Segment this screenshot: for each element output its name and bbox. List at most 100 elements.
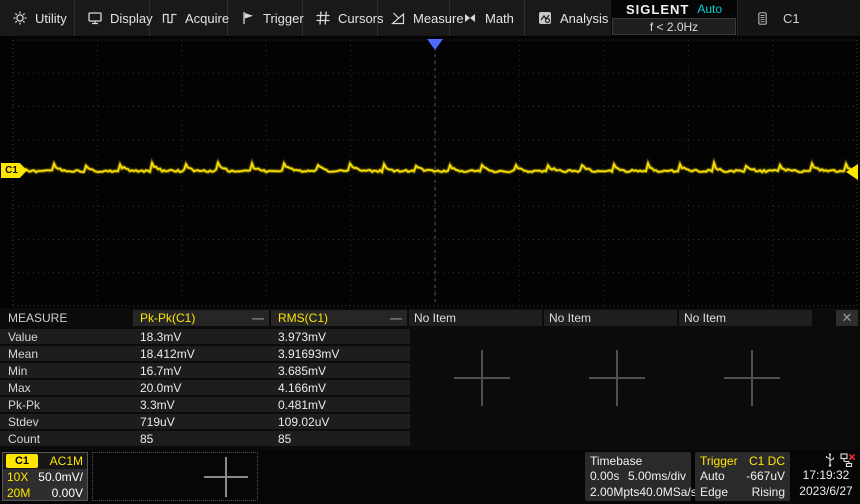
channel1-bandwidth: 20M — [7, 486, 31, 500]
menu-item-label: Analysis — [560, 10, 609, 26]
measure-value: 16.7mV — [140, 363, 182, 378]
add-measure-icon[interactable] — [589, 350, 645, 406]
measure-panel: MEASURE Pk-Pk(C1) — RMS(C1) — No Item No… — [0, 308, 860, 450]
measure-value: 4.166mV — [278, 380, 327, 395]
waveform-display-area: C1 — [0, 36, 860, 308]
brand-status-block: SIGLENT Auto f < 2.0Hz — [611, 0, 738, 36]
trigger-descriptor-box[interactable]: Trigger C1 DC Auto -667uV Edge Rising — [695, 452, 790, 501]
measure-row-label: Stdev — [8, 414, 39, 429]
measure-value: 0.481mV — [278, 397, 327, 412]
add-channel-box[interactable] — [92, 452, 258, 501]
measure-value: 18.412mV — [140, 346, 195, 361]
measure-row-label: Value — [8, 329, 38, 344]
menu-item-acquire[interactable]: Acquire — [150, 0, 230, 36]
channel1-coupling: AC1M — [49, 454, 83, 468]
trigger-position-marker[interactable] — [427, 39, 443, 50]
add-channel-icon — [225, 457, 227, 497]
menu-item-display[interactable]: Display — [75, 0, 153, 36]
measure-panel-title: MEASURE — [8, 311, 68, 325]
timebase-samplerate: 40.0MSa/s — [639, 485, 697, 499]
measure-row-pkpk: Pk-Pk 3.3mV 0.481mV — [0, 397, 410, 412]
analysis-icon — [539, 12, 551, 24]
measure-column-label: Pk-Pk(C1) — [140, 311, 196, 325]
menu-item-measure[interactable]: Measure — [378, 0, 464, 36]
measure-row-label: Max — [8, 380, 31, 395]
measure-row-mean: Mean 18.412mV 3.91693mV — [0, 346, 410, 361]
measure-value: 3.973mV — [278, 329, 327, 344]
acquire-icon — [162, 13, 177, 24]
gear-icon — [13, 11, 27, 25]
measure-column-empty-1[interactable]: No Item — [409, 310, 542, 326]
bottom-status-bar: C1 AC1M 10X 50.0mV/ 20M 0.00V Timebase 0… — [0, 450, 860, 504]
active-channel-label: C1 — [783, 10, 800, 26]
measure-column-empty-2[interactable]: No Item — [544, 310, 677, 326]
menu-item-label: Utility — [35, 10, 67, 26]
cursors-icon — [316, 11, 330, 25]
usb-icon — [825, 453, 835, 467]
add-measure-icon[interactable] — [724, 350, 780, 406]
menu-item-trigger[interactable]: Trigger — [228, 0, 304, 36]
timebase-tdiv: 5.00ms/div — [627, 469, 686, 483]
channel1-offset: 0.00V — [51, 486, 83, 500]
system-status-box: 17:19:32 2023/6/27 — [793, 452, 859, 501]
menu-item-label: Math — [485, 10, 514, 26]
menu-item-label: Cursors — [338, 10, 384, 26]
measure-row-value: Value 18.3mV 3.973mV — [0, 329, 410, 344]
measure-value: 18.3mV — [140, 329, 182, 344]
measure-row-count: Count 85 85 — [0, 431, 410, 446]
timebase-descriptor-box[interactable]: Timebase 0.00s 5.00ms/div 2.00Mpts 40.0M… — [585, 452, 697, 501]
measure-column-label: RMS(C1) — [278, 311, 328, 325]
trigger-type: Edge — [700, 485, 729, 499]
oscilloscope-screen: Utility Display Acquire Trigger Cursors … — [0, 0, 860, 504]
flag-icon — [243, 12, 253, 24]
measure-column-pkpk[interactable]: Pk-Pk(C1) — — [133, 310, 269, 326]
display-icon — [88, 12, 102, 25]
measure-row-max: Max 20.0mV 4.166mV — [0, 380, 410, 395]
channel1-vdiv: 50.0mV/ — [38, 470, 83, 484]
system-time: 17:19:32 — [802, 468, 850, 482]
ruler-icon — [390, 12, 405, 25]
trigger-level: -667uV — [746, 469, 785, 483]
acquisition-status: Auto — [697, 2, 723, 16]
active-channel-indicator[interactable]: C1 — [738, 0, 860, 36]
close-measure-panel-button[interactable]: ✕ — [836, 310, 858, 326]
measure-value: 20.0mV — [140, 380, 182, 395]
measure-value: 85 — [140, 431, 154, 446]
menu-item-label: Display — [110, 10, 153, 26]
channel1-probe: 10X — [7, 470, 29, 484]
network-disconnected-icon — [840, 453, 855, 467]
measure-value: 109.02uV — [278, 414, 330, 429]
system-date: 2023/6/27 — [799, 484, 853, 498]
menu-item-analysis[interactable]: Analysis — [525, 0, 611, 36]
measure-column-rms[interactable]: RMS(C1) — — [271, 310, 407, 326]
channel1-descriptor-box[interactable]: C1 AC1M 10X 50.0mV/ 20M 0.00V — [2, 452, 88, 501]
trigger-title: Trigger — [700, 453, 738, 468]
siglent-logo: SIGLENT — [625, 1, 690, 17]
remove-measure-icon[interactable]: — — [252, 311, 264, 325]
math-icon — [465, 14, 475, 22]
trigger-mode: Auto — [700, 469, 725, 483]
measure-value: 3.3mV — [140, 397, 175, 412]
add-measure-icon[interactable] — [454, 350, 510, 406]
channel1-trace — [12, 156, 857, 176]
measure-value: 85 — [278, 431, 292, 446]
timebase-title: Timebase — [590, 453, 643, 468]
menu-item-label: Acquire — [185, 10, 230, 26]
measure-row-label: Count — [8, 431, 41, 446]
menu-item-cursors[interactable]: Cursors — [303, 0, 384, 36]
trigger-slope: Rising — [751, 485, 785, 499]
frequency-counter: f < 2.0Hz — [612, 18, 736, 35]
measure-row-label: Mean — [8, 346, 39, 361]
menu-item-math[interactable]: Math — [450, 0, 525, 36]
menu-item-utility[interactable]: Utility — [0, 0, 75, 36]
measure-value: 3.685mV — [278, 363, 327, 378]
measure-column-empty-3[interactable]: No Item — [679, 310, 812, 326]
measure-row-label: Min — [8, 363, 28, 378]
trigger-level-marker[interactable] — [846, 164, 858, 180]
measure-row-min: Min 16.7mV 3.685mV — [0, 363, 410, 378]
waveform-memory-icon — [758, 11, 767, 25]
remove-measure-icon[interactable]: — — [390, 311, 402, 325]
top-menu-bar: Utility Display Acquire Trigger Cursors … — [0, 0, 860, 36]
timebase-memory: 2.00Mpts — [590, 485, 640, 499]
measure-row-label: Pk-Pk — [8, 397, 41, 412]
